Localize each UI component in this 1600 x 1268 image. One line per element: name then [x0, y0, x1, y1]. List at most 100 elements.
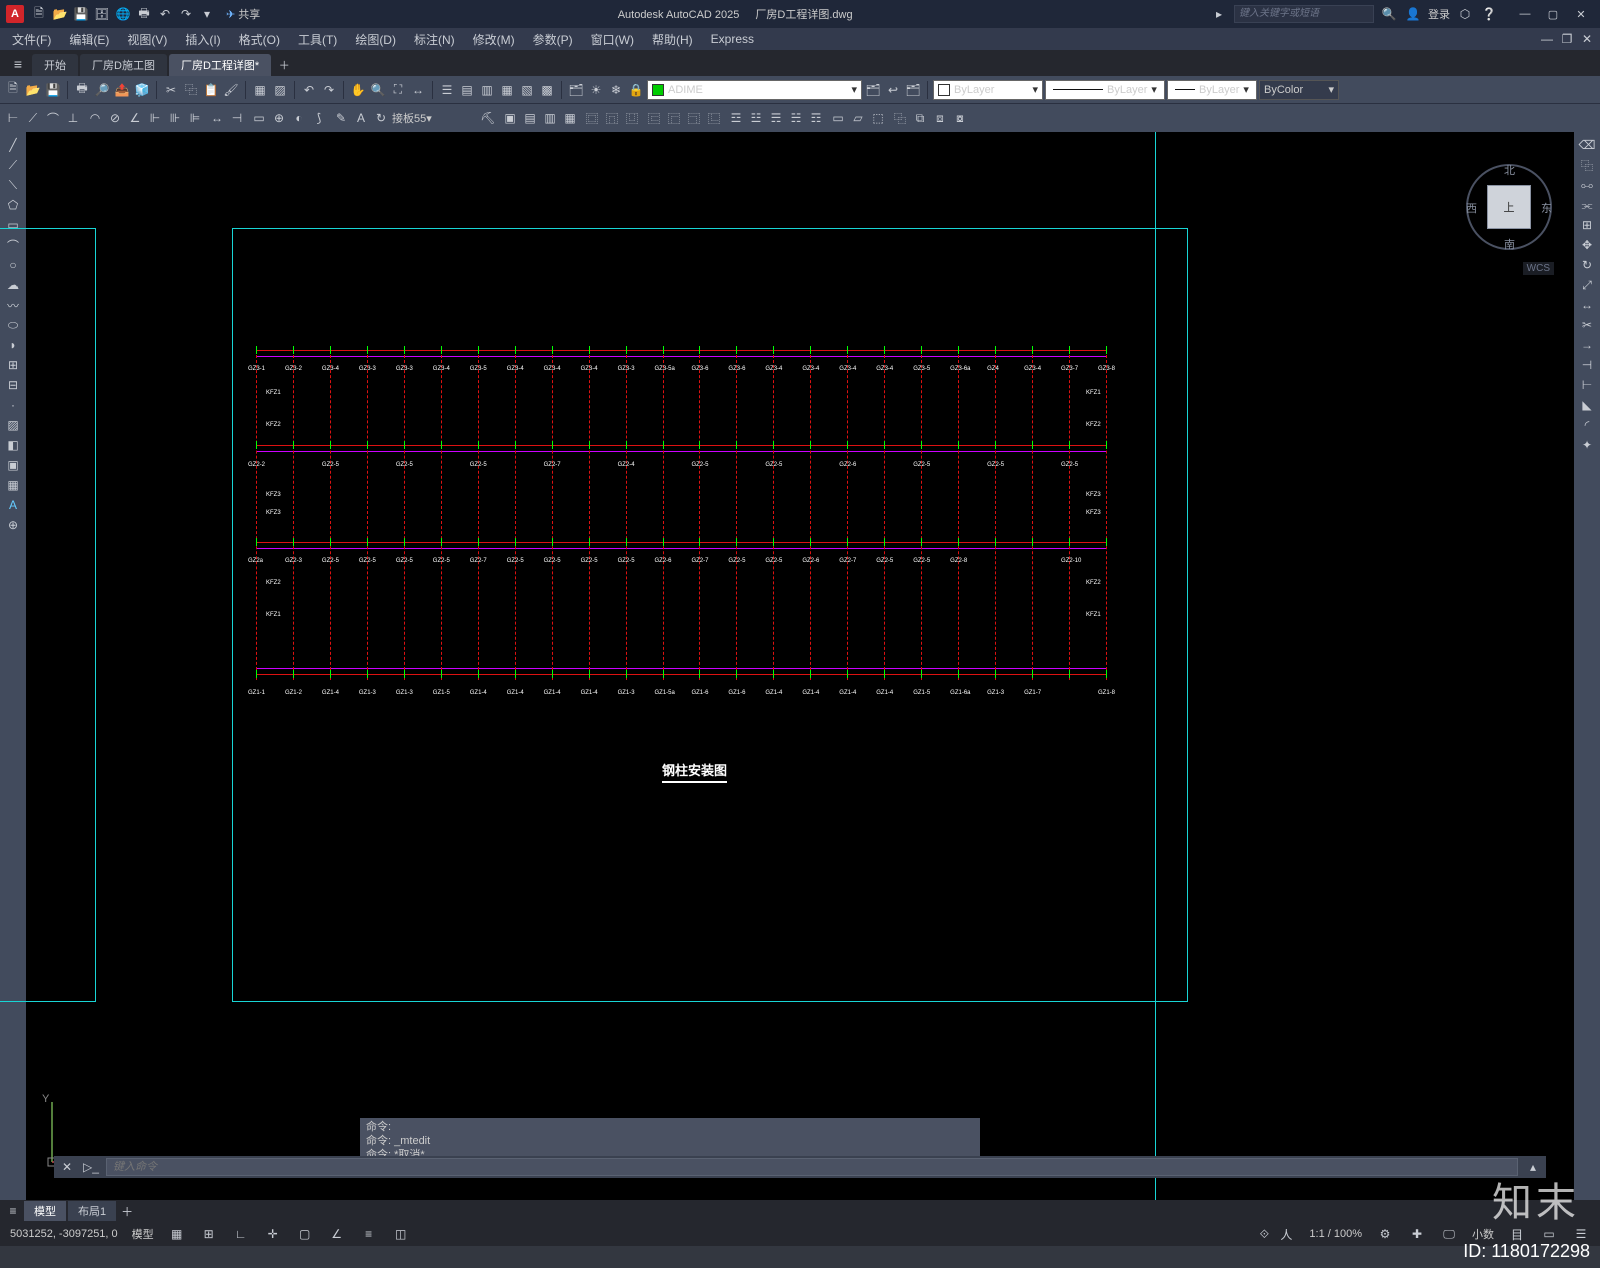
layer-prev-icon[interactable]: ↩	[884, 81, 902, 99]
open-icon[interactable]: 📂	[51, 5, 69, 23]
3ddwf-icon[interactable]: 🧊	[133, 81, 151, 99]
gear-icon[interactable]: ⚙	[1376, 1225, 1394, 1243]
tool-palette-icon[interactable]: ▥	[478, 81, 496, 99]
app-exchange-icon[interactable]: ⬡	[1456, 5, 1474, 23]
pan-icon[interactable]: ✋	[349, 81, 367, 99]
cut-icon[interactable]: ✂	[162, 81, 180, 99]
polygon-icon[interactable]: ⬠	[4, 196, 22, 214]
center-mark-icon[interactable]: ⊕	[270, 109, 288, 127]
dim-aligned-icon[interactable]: ⟋	[24, 109, 42, 127]
dim-linear-icon[interactable]: ⊢	[4, 109, 22, 127]
zoomw-icon[interactable]: ⛶	[389, 81, 407, 99]
user-icon[interactable]: 👤	[1404, 5, 1422, 23]
chamfer-icon[interactable]: ◣	[1578, 396, 1596, 414]
block2-icon[interactable]: ▨	[271, 81, 289, 99]
menu-draw[interactable]: 绘图(D)	[347, 29, 404, 50]
plot-icon[interactable]: 🖶	[135, 5, 153, 23]
preview-icon[interactable]: 🔎	[93, 81, 111, 99]
copy-icon[interactable]: ⿻	[182, 81, 200, 99]
zoom-icon[interactable]: 🔍	[369, 81, 387, 99]
tab-drawing-1[interactable]: 厂房D施工图	[80, 54, 167, 76]
dim-space-icon[interactable]: ↔	[208, 109, 226, 127]
cmd-close-icon[interactable]: ✕	[58, 1158, 76, 1176]
t8-icon[interactable]: ⿷	[645, 109, 663, 127]
command-line[interactable]: ✕ ▷_ ▴	[54, 1156, 1546, 1178]
open2-icon[interactable]: 📂	[24, 81, 42, 99]
markup-icon[interactable]: ▧	[518, 81, 536, 99]
linetype-combo[interactable]: ByLayer▾	[1045, 80, 1165, 100]
t11-icon[interactable]: ⿺	[705, 109, 723, 127]
t6-icon[interactable]: ⿵	[603, 109, 621, 127]
t12-icon[interactable]: ☲	[727, 109, 745, 127]
props-icon[interactable]: ☰	[438, 81, 456, 99]
break-icon[interactable]: ⊣	[1578, 356, 1596, 374]
publish-icon[interactable]: 📤	[113, 81, 131, 99]
status-model[interactable]: 模型	[128, 1226, 158, 1242]
dim-angle-icon[interactable]: ∠	[126, 109, 144, 127]
paste-icon[interactable]: 📋	[202, 81, 220, 99]
qnew-icon[interactable]: 🗎	[4, 81, 22, 99]
t2-icon[interactable]: ▤	[521, 109, 539, 127]
t13-icon[interactable]: ☳	[747, 109, 765, 127]
app-menu-button[interactable]: ≡	[4, 52, 32, 76]
scale-icon[interactable]: ⤢	[1578, 276, 1596, 294]
doc-minimize-button[interactable]: —	[1538, 30, 1556, 48]
share-link[interactable]: ✈ 共享	[226, 6, 260, 22]
annoscale2-icon[interactable]: 人	[1277, 1225, 1295, 1243]
offset-icon[interactable]: ⫘	[1578, 196, 1596, 214]
units-readout[interactable]: 小数	[1468, 1226, 1498, 1242]
layer-match-icon[interactable]: 🗂	[904, 81, 922, 99]
lineweight-combo[interactable]: ByLayer▾	[1167, 80, 1257, 100]
new-icon[interactable]: 🗎	[30, 5, 48, 23]
layout-menu-icon[interactable]: ≡	[4, 1202, 22, 1220]
t21-icon[interactable]: ⧉	[911, 109, 929, 127]
t18-icon[interactable]: ▱	[849, 109, 867, 127]
new-tab-button[interactable]: ＋	[273, 54, 295, 76]
t3-icon[interactable]: ▥	[541, 109, 559, 127]
tab-layout1[interactable]: 布局1	[68, 1201, 116, 1221]
layer-state-icon[interactable]: 🗂	[864, 81, 882, 99]
menu-modify[interactable]: 修改(M)	[465, 29, 523, 50]
tab-start[interactable]: 开始	[32, 54, 78, 76]
t19-icon[interactable]: ⬚	[869, 109, 887, 127]
snap-toggle-icon[interactable]: ⊞	[200, 1225, 218, 1243]
doc-restore-button[interactable]: ❐	[1558, 30, 1576, 48]
plus-icon[interactable]: ✚	[1408, 1225, 1426, 1243]
zoomp-icon[interactable]: ↔	[409, 81, 427, 99]
dimstyle-combo[interactable]: 接板55▾	[392, 110, 477, 126]
layer-props-icon[interactable]: 🗂	[567, 81, 585, 99]
t10-icon[interactable]: ⿹	[685, 109, 703, 127]
dcenter-icon[interactable]: ▦	[498, 81, 516, 99]
t5-icon[interactable]: ⿴	[583, 109, 601, 127]
tab-model[interactable]: 模型	[24, 1201, 66, 1221]
ortho-toggle-icon[interactable]: ∟	[232, 1225, 250, 1243]
pline-icon[interactable]: ⟍	[4, 176, 22, 194]
menu-insert[interactable]: 插入(I)	[177, 29, 228, 50]
layout-add-icon[interactable]: ＋	[118, 1202, 136, 1220]
help-icon[interactable]: ❔	[1480, 5, 1498, 23]
t9-icon[interactable]: ⿸	[665, 109, 683, 127]
t4-icon[interactable]: ▦	[561, 109, 579, 127]
explode-icon[interactable]: ✦	[1578, 436, 1596, 454]
command-input[interactable]	[106, 1158, 1518, 1176]
undo-icon[interactable]: ↶	[156, 5, 174, 23]
menu-express[interactable]: Express	[703, 30, 762, 48]
menu-parametric[interactable]: 参数(P)	[525, 29, 581, 50]
undo2-icon[interactable]: ↶	[300, 81, 318, 99]
erase-icon[interactable]: ⌫	[1578, 136, 1596, 154]
save2-icon[interactable]: 💾	[44, 81, 62, 99]
dim-quick-icon[interactable]: ⊩	[146, 109, 164, 127]
dim-style-icon[interactable]: ⛏	[479, 109, 497, 127]
menu-tools[interactable]: 工具(T)	[290, 29, 345, 50]
plotstyle-combo[interactable]: ByColor▾	[1259, 80, 1339, 100]
tab-drawing-2[interactable]: 厂房D工程详图*	[169, 54, 271, 76]
lwt-toggle-icon[interactable]: ≡	[360, 1225, 378, 1243]
t20-icon[interactable]: ⿻	[891, 109, 909, 127]
status-menu-icon[interactable]: ☰	[1572, 1225, 1590, 1243]
menu-help[interactable]: 帮助(H)	[644, 29, 701, 50]
t1-icon[interactable]: ▣	[501, 109, 519, 127]
block-icon[interactable]: ▦	[251, 81, 269, 99]
menu-window[interactable]: 窗口(W)	[583, 29, 642, 50]
model-space[interactable]: 上 北 南 西 东 WCS GZ3-1GZ2-2GZ2aGZ1-1GZ3-2GZ…	[26, 132, 1574, 1200]
dim-break-icon[interactable]: ⊣	[228, 109, 246, 127]
